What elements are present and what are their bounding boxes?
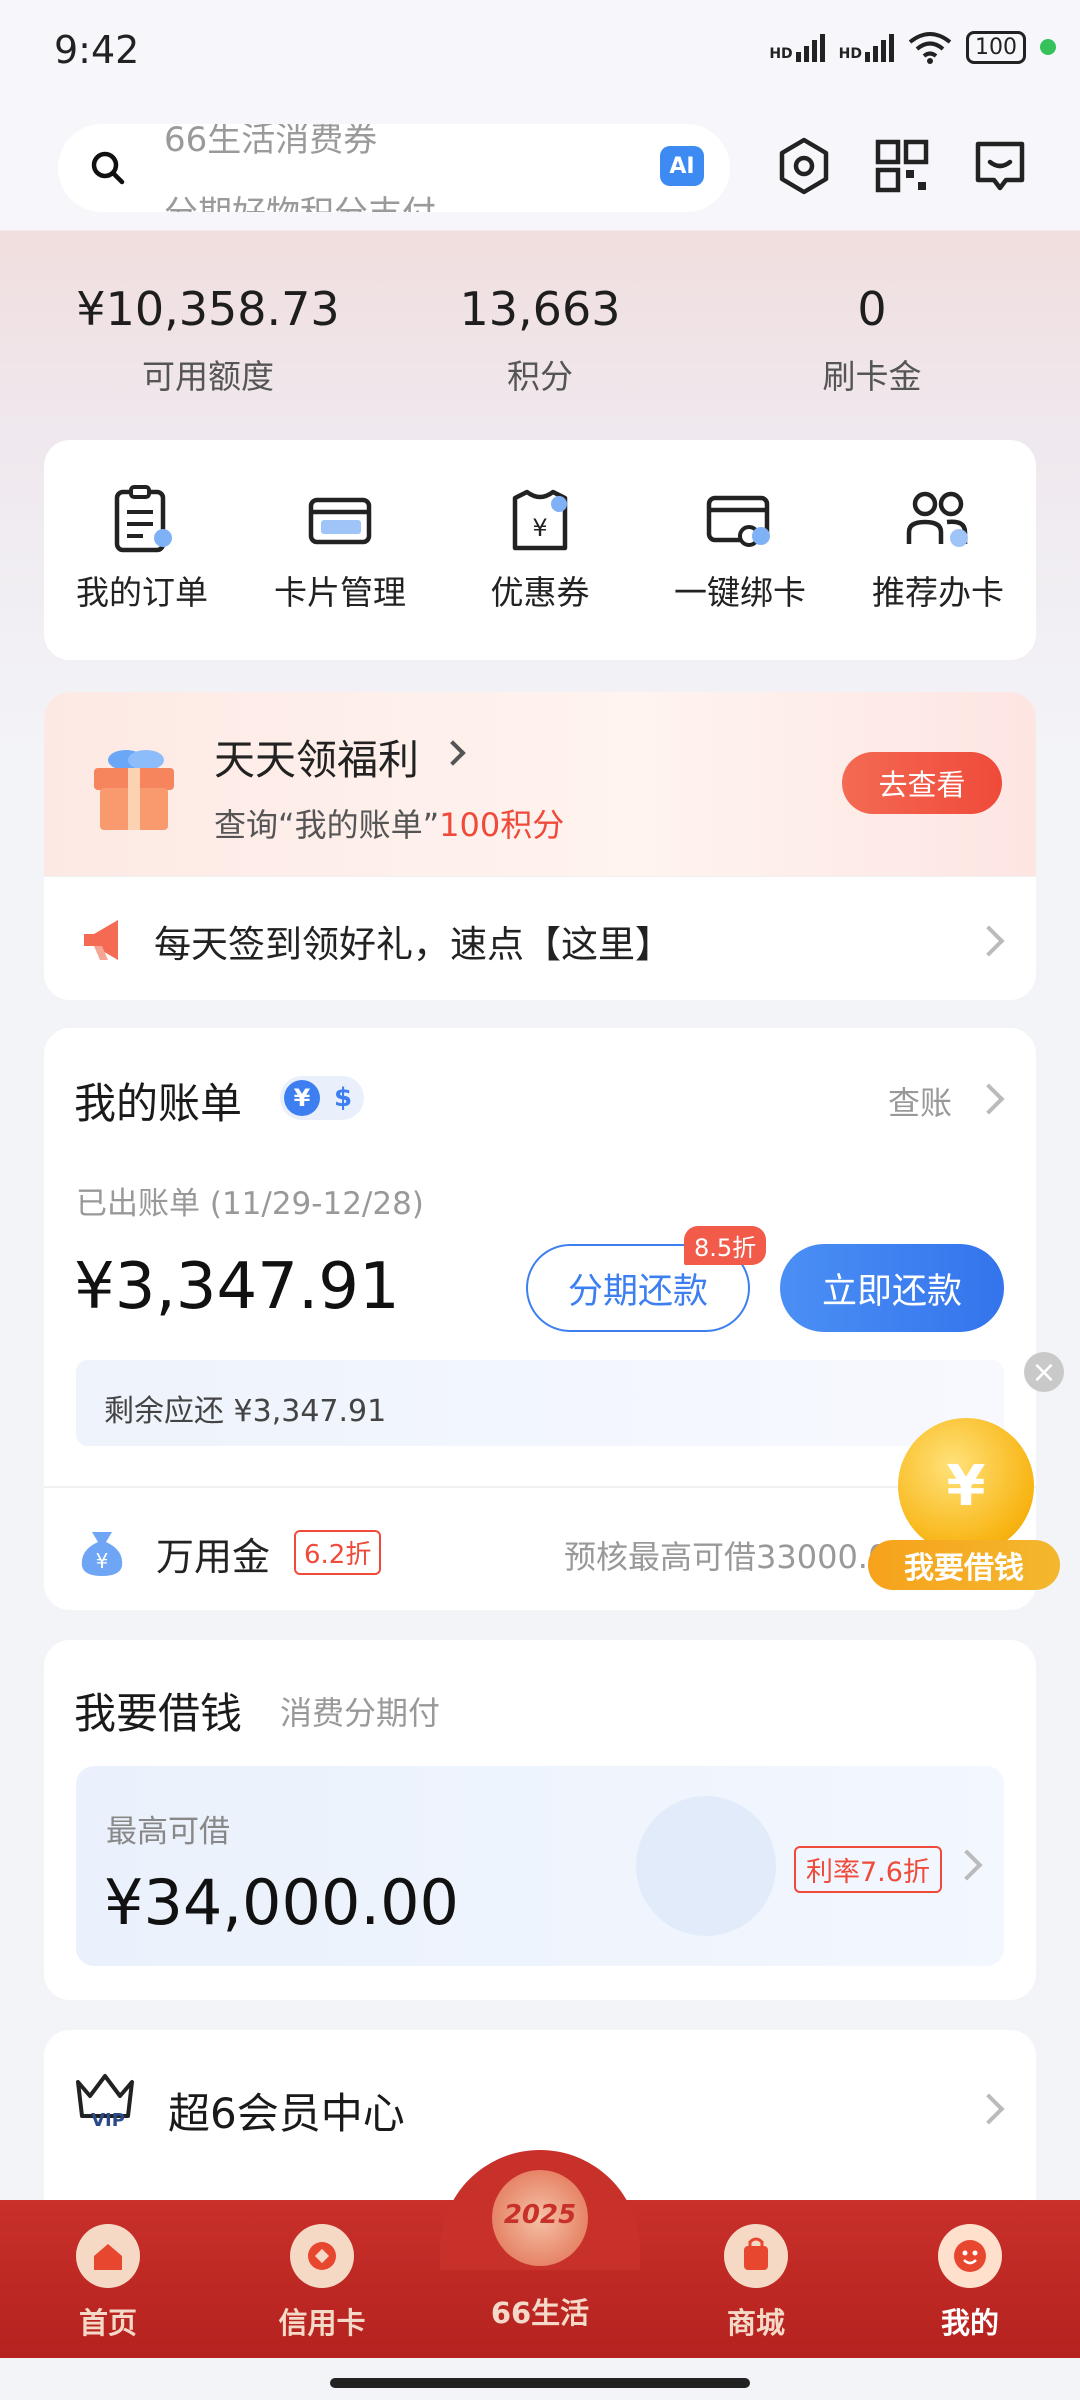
quick-action-refer[interactable]: 推荐办卡 xyxy=(838,484,1038,614)
close-float-icon[interactable]: × xyxy=(1024,1352,1064,1392)
wanyongjin-title[interactable]: 万用金 xyxy=(156,1526,270,1581)
loan-rate-badge: 利率7.6折 xyxy=(794,1846,942,1893)
loan-max-label: 最高可借 xyxy=(106,1814,230,1850)
nav-home[interactable]: 首页 xyxy=(48,2224,168,2342)
welfare-title: 天天领福利 xyxy=(214,736,419,784)
loan-card: 我要借钱 消费分期付 最高可借 ¥34,000.00 利率7.6折 xyxy=(44,1640,1036,2000)
megaphone-icon xyxy=(84,920,118,960)
settings-icon[interactable] xyxy=(772,134,836,198)
svg-text:VIP: VIP xyxy=(91,2110,125,2130)
divider xyxy=(44,876,1036,877)
search-placeholder-top: 66生活消费券 xyxy=(164,124,378,160)
quick-action-bind-card[interactable]: 一键绑卡 xyxy=(640,484,840,614)
welfare-desc: 查询“我的账单”100积分 xyxy=(214,806,565,844)
life-2025-icon: 2025 xyxy=(492,2170,588,2266)
pay-now-button[interactable]: 立即还款 xyxy=(780,1244,1004,1332)
status-indicators: HD HD 100 xyxy=(769,30,1056,64)
stat-available-credit[interactable]: ¥10,358.73 可用额度 xyxy=(58,282,358,398)
loan-amount: ¥34,000.00 xyxy=(104,1866,459,1939)
search-bar[interactable]: 66生活消费券 分期好物积分支付 AI xyxy=(58,124,730,212)
qr-scan-icon[interactable] xyxy=(870,134,934,198)
home-indicator[interactable] xyxy=(330,2378,750,2388)
svg-text:¥: ¥ xyxy=(532,514,547,542)
nav-mall[interactable]: 商城 xyxy=(696,2224,816,2342)
loan-title: 我要借钱 xyxy=(74,1689,243,1738)
quick-action-orders[interactable]: 我的订单 xyxy=(42,484,242,614)
wifi-icon xyxy=(908,32,952,64)
money-bag-icon: ¥ xyxy=(81,1532,123,1576)
status-time: 9:42 xyxy=(54,28,140,72)
coupon-icon: ¥ xyxy=(512,489,568,551)
gift-box-icon xyxy=(94,750,174,830)
vip-title: 超6会员中心 xyxy=(168,2089,405,2138)
checkin-chevron-icon xyxy=(973,925,1005,957)
stat-points[interactable]: 13,663 积分 xyxy=(390,282,690,398)
wanyongjin-badge: 6.2折 xyxy=(294,1530,382,1575)
currency-toggle[interactable]: ¥ $ xyxy=(280,1076,364,1120)
message-icon[interactable] xyxy=(968,134,1032,198)
loan-amount-panel[interactable]: 最高可借 ¥34,000.00 利率7.6折 xyxy=(76,1766,1004,1966)
floating-loan-promo[interactable]: ¥ 我要借钱 xyxy=(868,1418,1060,1594)
profile-icon xyxy=(938,2224,1002,2288)
checkin-text[interactable]: 每天签到领好礼，速点【这里】 xyxy=(154,914,672,968)
discount-badge: 8.5折 xyxy=(684,1226,767,1265)
quick-action-coupons[interactable]: ¥ 优惠券 xyxy=(440,484,640,614)
loan-watermark xyxy=(636,1796,776,1936)
bill-title: 我的账单 xyxy=(74,1079,243,1128)
order-icon xyxy=(114,485,172,553)
ai-assistant-button[interactable]: AI xyxy=(660,146,704,186)
vip-chevron-icon xyxy=(973,2093,1005,2125)
search-placeholder-bottom: 分期好物积分支付 xyxy=(164,186,436,212)
loan-subtitle: 消费分期付 xyxy=(280,1694,441,1732)
remaining-due-bar: 剩余应还 ¥3,347.91 xyxy=(76,1360,1004,1446)
check-bill-chevron-icon xyxy=(973,1083,1005,1115)
shopping-bag-icon xyxy=(724,2224,788,2288)
stat-card-cash[interactable]: 0 刷卡金 xyxy=(722,282,1022,398)
vip-crown-icon: VIP xyxy=(76,2074,134,2130)
floating-loan-label: 我要借钱 xyxy=(868,1540,1060,1590)
privacy-dot-icon xyxy=(1040,39,1056,55)
currency-usd-option[interactable]: $ xyxy=(328,1080,358,1116)
search-icon xyxy=(91,151,125,185)
quick-action-card-management[interactable]: 卡片管理 xyxy=(240,484,440,614)
svg-text:¥: ¥ xyxy=(96,1549,109,1573)
bill-period: 已出账单 (11/29-12/28) xyxy=(76,1186,424,1222)
gold-coin-icon: ¥ xyxy=(898,1418,1034,1554)
home-icon xyxy=(76,2224,140,2288)
nav-mine[interactable]: 我的 xyxy=(910,2224,1030,2342)
bill-amount: ¥3,347.91 xyxy=(74,1250,400,1324)
cellular-signal-icon: HD xyxy=(769,32,825,62)
cellular-signal-2-icon: HD xyxy=(839,32,894,62)
check-bill-link[interactable]: 查账 xyxy=(888,1078,952,1124)
credit-card-icon xyxy=(290,2224,354,2288)
welfare-card: 天天领福利 查询“我的账单”100积分 去查看 每天签到领好礼，速点【这里】 xyxy=(44,692,1036,1000)
nav-66-life[interactable]: 2025 66生活 xyxy=(480,2170,600,2332)
nav-credit-card[interactable]: 信用卡 xyxy=(262,2224,382,2342)
refer-icon xyxy=(906,491,968,547)
currency-cny-option[interactable]: ¥ xyxy=(284,1080,320,1116)
card-icon xyxy=(308,497,372,545)
bind-card-icon xyxy=(706,495,770,547)
loan-chevron-icon xyxy=(951,1849,983,1881)
welfare-view-button[interactable]: 去查看 xyxy=(842,752,1002,814)
battery-indicator: 100 xyxy=(966,30,1026,64)
